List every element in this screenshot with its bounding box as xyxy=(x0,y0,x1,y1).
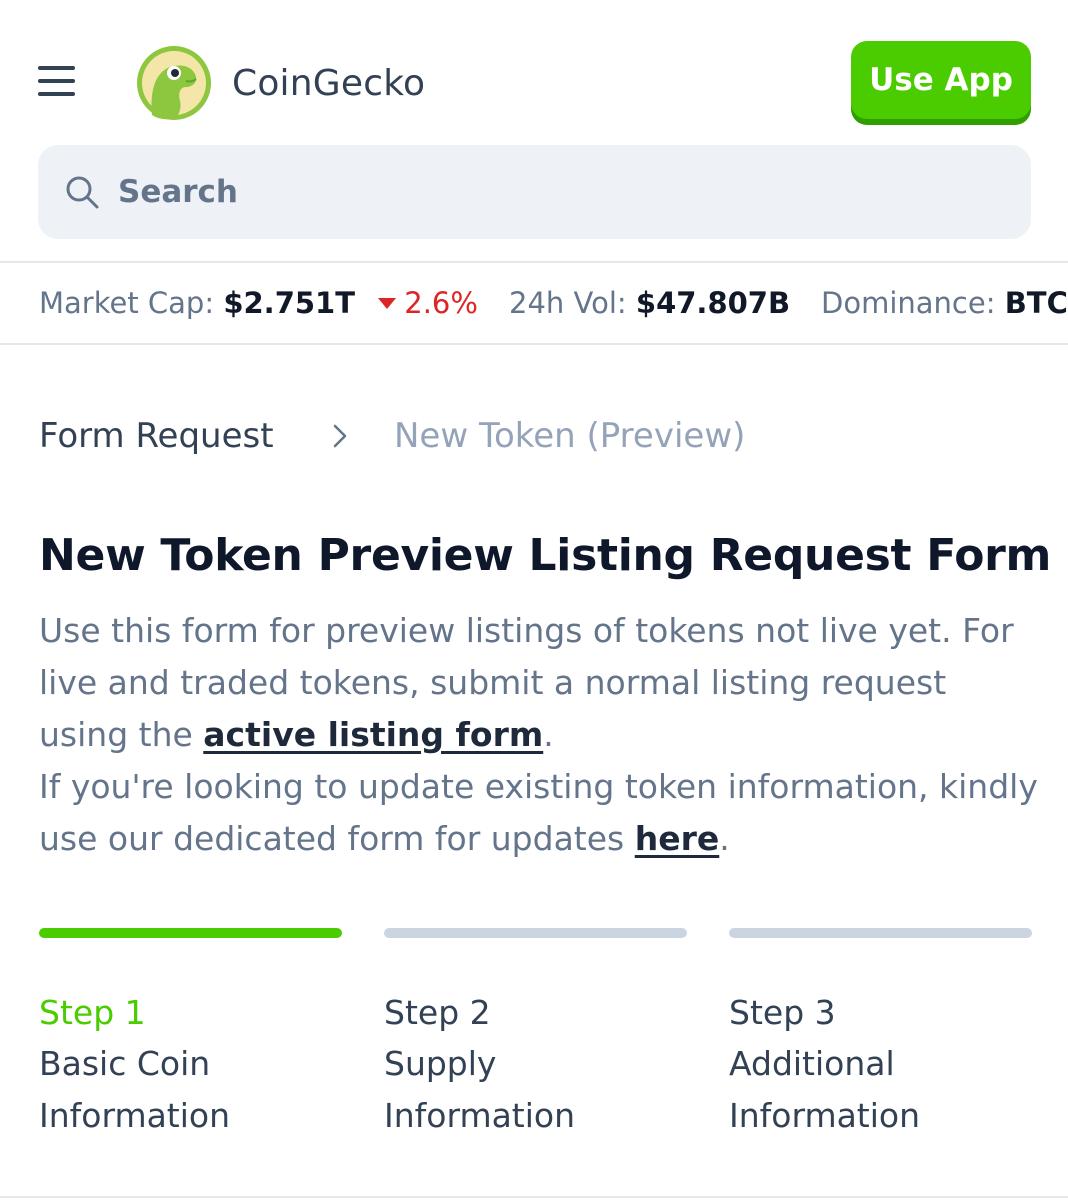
breadcrumb-form-request[interactable]: Form Request xyxy=(39,410,274,462)
coingecko-logo[interactable]: CoinGecko xyxy=(136,44,436,122)
dominance-value: BTC xyxy=(1004,286,1068,320)
breadcrumb-current: New Token (Preview) xyxy=(394,416,746,456)
page-description: Use this form for preview listings of to… xyxy=(39,605,1039,865)
step-label: Additional Information xyxy=(729,1044,921,1135)
step-1[interactable]: Step 1 Basic Coin Information xyxy=(39,928,342,1142)
description-text-2: If you're looking to update existing tok… xyxy=(39,767,1038,858)
description-paragraph-2: If you're looking to update existing tok… xyxy=(39,761,1039,865)
form-steps: Step 1 Basic Coin Information Step 2 Sup… xyxy=(39,928,1032,1148)
step-progress-bar xyxy=(384,928,687,938)
step-label: Supply Information xyxy=(384,1044,576,1135)
gecko-logo-icon xyxy=(137,46,211,120)
caret-down-icon xyxy=(378,297,397,309)
chevron-right-icon xyxy=(333,424,347,448)
update-form-link[interactable]: here xyxy=(635,819,720,858)
volume-value: $47.807B xyxy=(635,286,791,320)
market-cap-change: 2.6% xyxy=(404,286,478,320)
step-number: Step 2 xyxy=(384,993,491,1032)
step-progress-bar xyxy=(729,928,1032,938)
use-app-button[interactable]: Use App xyxy=(851,41,1031,119)
section-divider xyxy=(0,1196,1068,1198)
dominance-label: Dominance: xyxy=(821,286,996,320)
step-2[interactable]: Step 2 Supply Information xyxy=(384,928,687,1142)
search-bar[interactable] xyxy=(38,145,1031,239)
volume-stat[interactable]: 24h Vol: $47.807B xyxy=(509,263,790,343)
period-2: . xyxy=(719,819,730,858)
search-input[interactable] xyxy=(116,173,970,211)
step-label: Basic Coin Information xyxy=(39,1044,231,1135)
step-number: Step 3 xyxy=(729,993,836,1032)
search-icon xyxy=(66,176,99,209)
market-cap-stat[interactable]: Market Cap: $2.751T 2.6% xyxy=(39,263,478,343)
brand-name: CoinGecko xyxy=(232,62,426,104)
market-cap-label: Market Cap: xyxy=(39,286,215,320)
page-title: New Token Preview Listing Request Form xyxy=(39,530,1052,581)
description-paragraph-1: Use this form for preview listings of to… xyxy=(39,605,1039,761)
market-stats-bar: Market Cap: $2.751T 2.6% 24h Vol: $47.80… xyxy=(0,261,1068,345)
step-3[interactable]: Step 3 Additional Information xyxy=(729,928,1032,1142)
dominance-stat[interactable]: Dominance: BTC xyxy=(821,263,1068,343)
volume-label: 24h Vol: xyxy=(509,286,627,320)
active-listing-form-link[interactable]: active listing form xyxy=(203,715,543,754)
period-1: . xyxy=(543,715,554,754)
step-number: Step 1 xyxy=(39,993,146,1032)
hamburger-menu-icon[interactable] xyxy=(38,64,76,98)
top-header: CoinGecko Use App xyxy=(0,0,1068,262)
step-progress-bar xyxy=(39,928,342,938)
market-cap-value: $2.751T xyxy=(223,286,356,320)
